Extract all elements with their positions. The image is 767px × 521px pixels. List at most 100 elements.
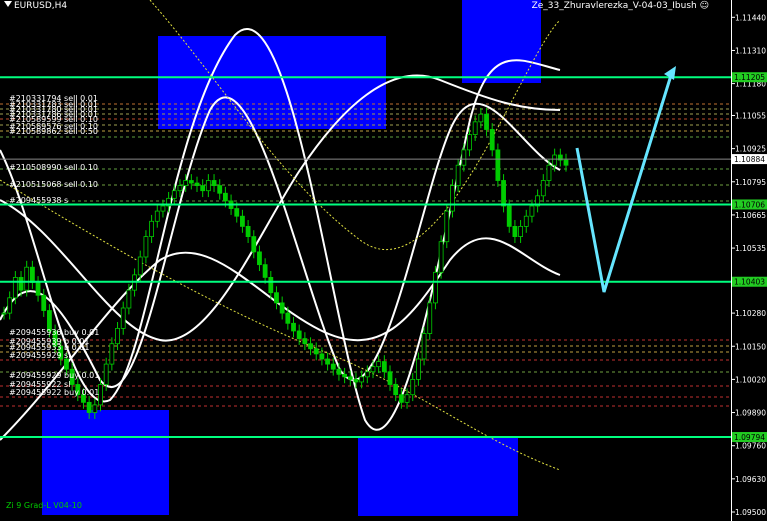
candle-body — [211, 180, 217, 186]
smiley-icon[interactable]: ☺ — [700, 1, 709, 11]
candle-body — [325, 358, 330, 365]
candle-body — [291, 322, 296, 332]
price-axis[interactable]: 1.114401.113101.111801.110551.109251.107… — [731, 0, 767, 521]
candle-body — [115, 327, 120, 345]
candle-body — [546, 164, 552, 181]
candle-body — [364, 371, 370, 378]
candle-body — [353, 378, 359, 383]
candle-body — [387, 371, 393, 385]
candle-body — [478, 113, 484, 123]
candle-body — [563, 159, 569, 166]
level-price-badge: 1.10706 — [734, 200, 765, 209]
axis-tick-label: 1.09890 — [735, 409, 766, 418]
candle-body — [274, 292, 279, 304]
candle-body — [7, 297, 13, 314]
axis-tick-label: 1.10280 — [735, 309, 766, 318]
order-label: #209455929 sl — [9, 351, 71, 360]
axis-tick-label: 1.10150 — [735, 342, 766, 351]
axis-tick-label: 1.11310 — [735, 46, 766, 55]
candle-body — [222, 192, 228, 202]
candle-body — [381, 361, 387, 373]
candle-body — [529, 205, 535, 217]
candle-body — [336, 368, 342, 375]
candle-body — [171, 190, 177, 199]
candle-body — [18, 276, 24, 291]
order-label: #209455936 buy 0.01 — [9, 328, 100, 337]
level-price-badge: 1.10403 — [734, 278, 765, 287]
candle-body — [120, 307, 126, 329]
candle-body — [143, 236, 149, 258]
candle-body — [467, 134, 472, 151]
candle-body — [35, 282, 41, 296]
candle-body — [29, 266, 35, 283]
candle-body — [518, 225, 523, 237]
candle-body — [393, 384, 399, 396]
candle-body — [523, 215, 529, 227]
candle-body — [149, 220, 154, 238]
candle-body — [501, 180, 506, 207]
candle-body — [370, 366, 376, 373]
candle-body — [319, 353, 325, 360]
candle-body — [257, 251, 262, 266]
candle-body — [103, 363, 109, 385]
candle-body — [234, 208, 240, 217]
candle-body — [194, 182, 200, 187]
indicator-label: Zi 9 Grad-L V04-10 — [6, 501, 82, 510]
candle-body — [302, 338, 308, 345]
candle-body — [506, 205, 512, 227]
candle-body — [410, 378, 416, 396]
dropdown-triangle-icon[interactable] — [4, 1, 12, 7]
axis-tick-label: 1.10665 — [735, 211, 766, 220]
candle-body — [86, 401, 92, 413]
expert-title: Ze_33_Zhuravlerezka_V-04-03_Ibush ☺ — [532, 1, 709, 11]
candle-body — [540, 180, 546, 197]
axis-tick-label: 1.09630 — [735, 475, 766, 484]
candle-body — [461, 149, 467, 166]
candle-body — [313, 348, 319, 355]
candle-body — [279, 302, 285, 314]
candle-body — [359, 376, 365, 383]
candle-body — [137, 256, 143, 276]
chart-window[interactable]: EURUSD,H4 Ze_33_Zhuravlerezka_V-04-03_Ib… — [0, 0, 767, 521]
candle-body — [308, 343, 313, 350]
candle-body — [154, 210, 160, 222]
forecast-arrow — [575, 71, 674, 293]
candle-body — [330, 363, 336, 370]
candle-body — [92, 404, 98, 413]
axis-tick-label: 1.10535 — [735, 244, 766, 253]
level-price-badge: 1.09794 — [734, 433, 765, 442]
zone-rect — [462, 0, 541, 83]
candle-body — [444, 210, 450, 243]
candle-body — [512, 225, 518, 237]
candle-body — [12, 276, 18, 299]
candle-body — [489, 129, 495, 151]
order-label: #210508990 sell 0.10 — [9, 163, 98, 172]
candle-body — [421, 333, 427, 360]
order-label: #210515068 sell 0.10 — [9, 180, 98, 189]
candle-body — [495, 149, 501, 181]
candle-body — [1, 312, 7, 315]
axis-tick-label: 1.11440 — [735, 13, 766, 22]
candle-body — [285, 312, 291, 324]
level-price-badge: 1.11205 — [734, 73, 765, 82]
axis-tick-label: 1.10020 — [735, 375, 766, 384]
candle-body — [347, 376, 353, 380]
axis-tick-label: 1.10795 — [735, 178, 766, 187]
candle-body — [41, 294, 47, 311]
candle-body — [438, 241, 444, 273]
candle-body — [188, 180, 194, 184]
axis-tick-label: 1.10925 — [735, 145, 766, 154]
order-label: #209455929 buy 0.01 — [9, 371, 100, 380]
candle-body — [262, 264, 268, 278]
candle-body — [126, 289, 132, 309]
candle-body — [455, 164, 461, 186]
axis-tick-label: 1.09500 — [735, 508, 766, 517]
candle-body — [484, 113, 489, 130]
expert-name: Ze_33_Zhuravlerezka_V-04-03_Ibush — [531, 1, 697, 11]
price-chart[interactable] — [0, 0, 767, 521]
zone-rect — [358, 436, 518, 516]
candle-body — [404, 394, 410, 403]
candle-body — [200, 185, 206, 192]
order-label: #209455922 buy 0.01 — [9, 388, 100, 397]
candle-body — [450, 185, 455, 212]
